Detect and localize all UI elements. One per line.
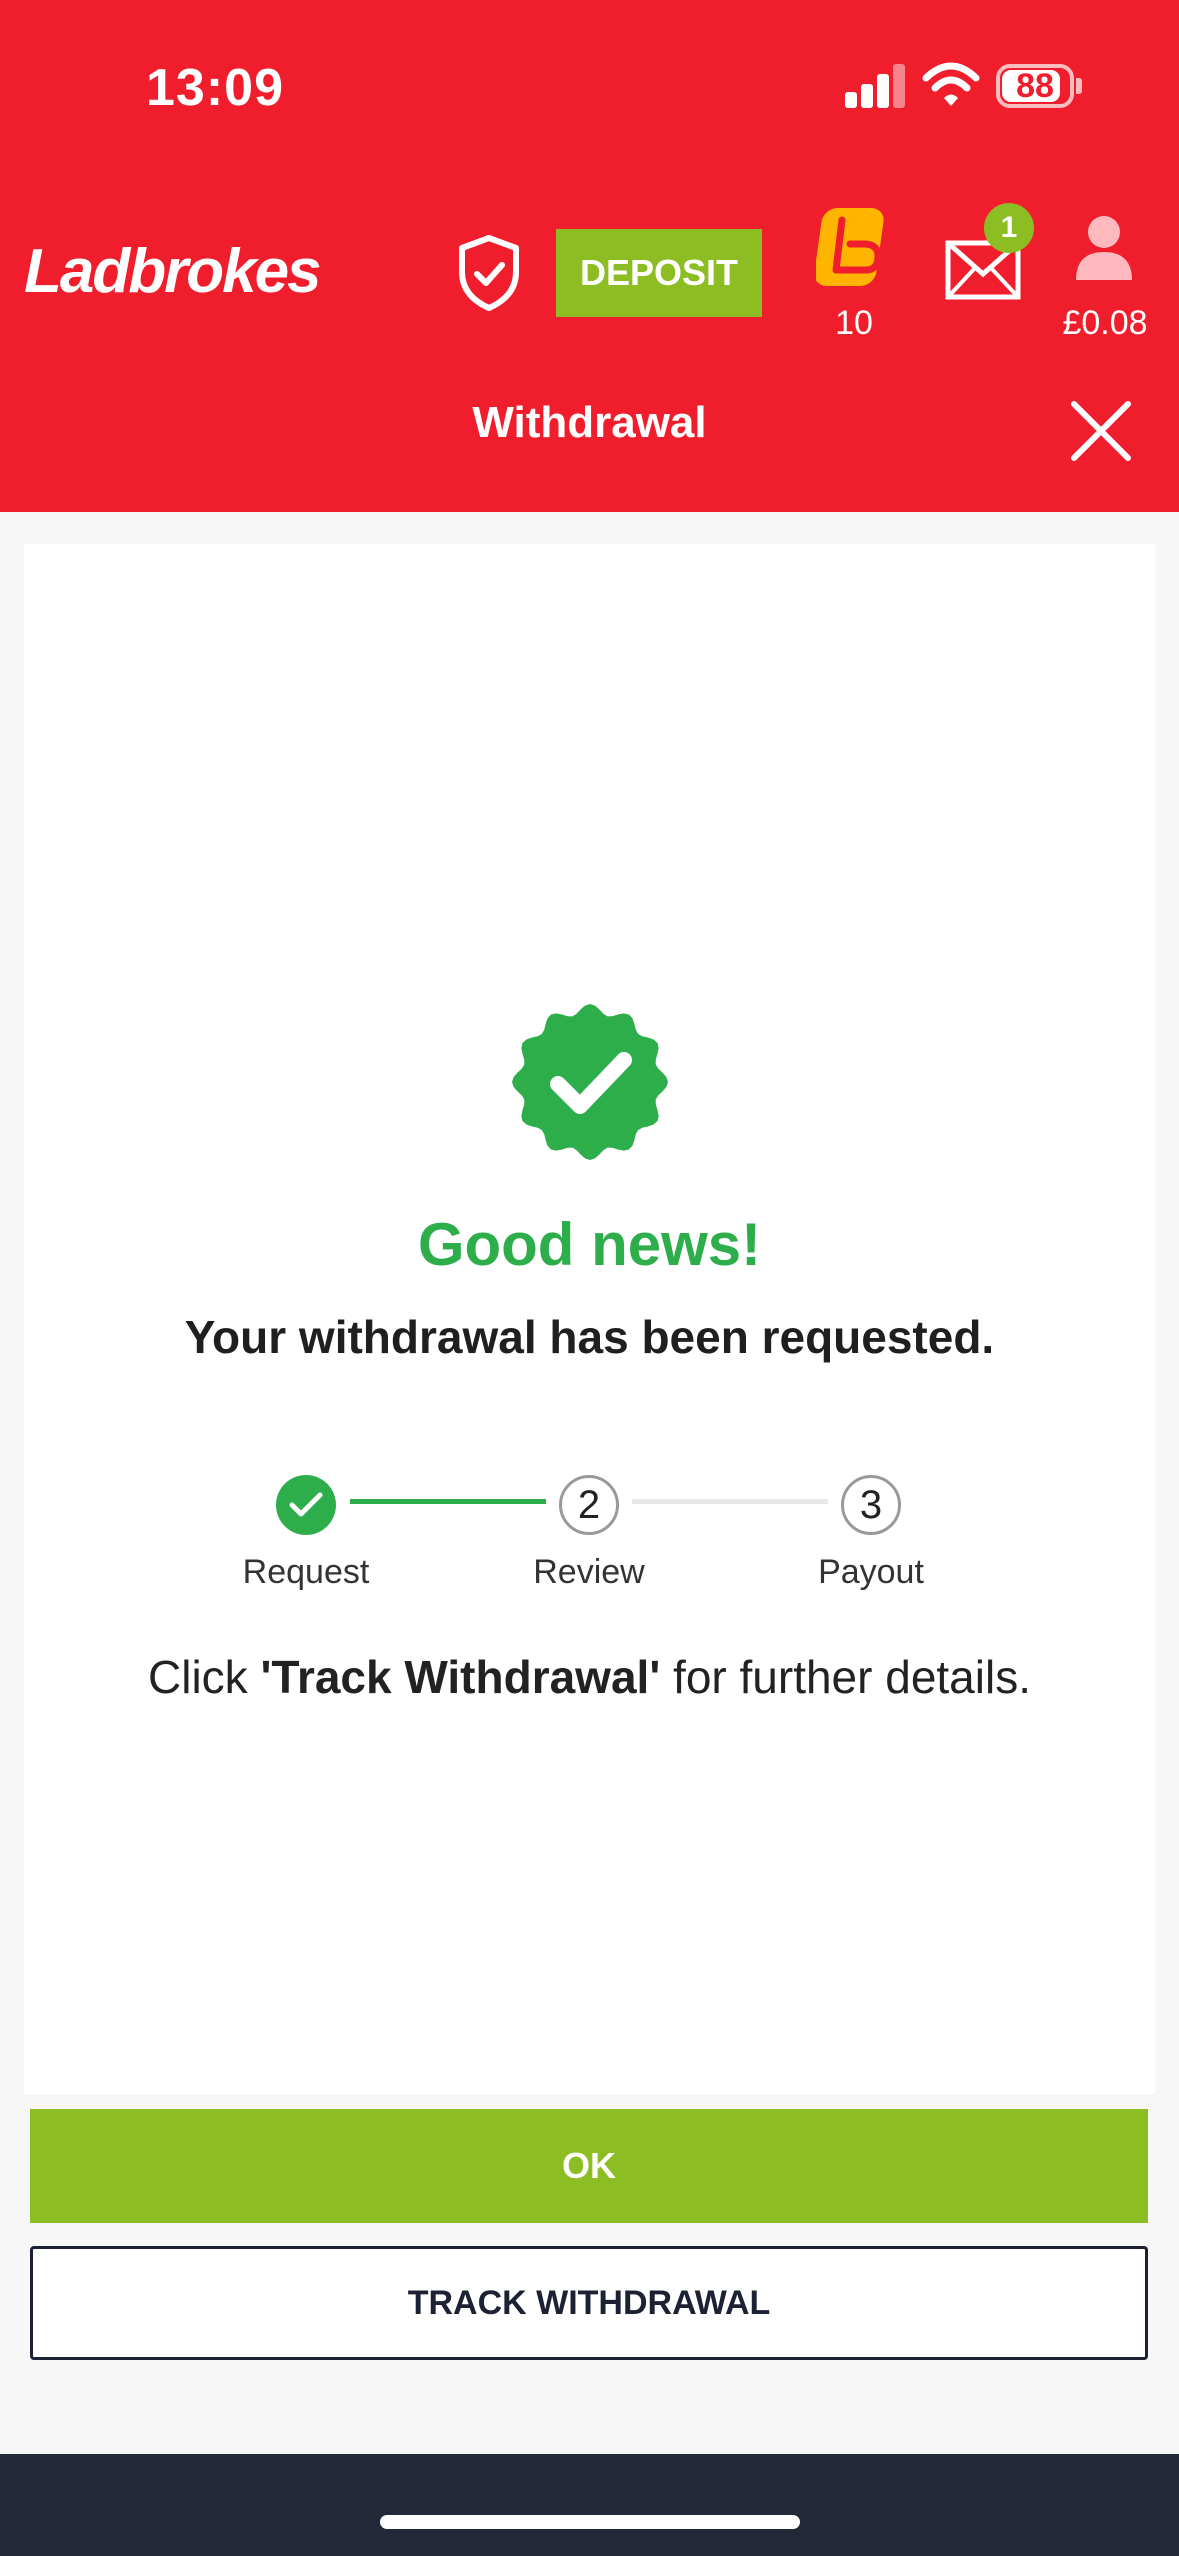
ok-button[interactable]: OK — [30, 2109, 1148, 2223]
check-icon — [289, 1492, 323, 1517]
signal-icon — [845, 64, 905, 108]
loyalty-count: 10 — [835, 304, 873, 342]
balance[interactable]: £0.08 — [1040, 304, 1170, 343]
step-request-done — [276, 1475, 336, 1535]
page-title: Withdrawal — [472, 398, 707, 447]
details-suffix: for further details. — [660, 1651, 1031, 1703]
ladbrokes-logo[interactable]: Ladbrokes — [24, 236, 322, 307]
step-review: 2 — [559, 1475, 619, 1535]
home-indicator[interactable] — [380, 2515, 800, 2529]
details-prefix: Click — [148, 1651, 261, 1703]
details-bold: 'Track Withdrawal' — [260, 1651, 661, 1703]
status-time: 13:09 — [146, 59, 284, 117]
success-headline: Good news! — [417, 1211, 762, 1278]
deposit-button[interactable]: DEPOSIT — [556, 229, 762, 317]
shield-check-icon[interactable] — [456, 234, 522, 312]
success-subtitle: Your withdrawal has been requested. — [184, 1311, 995, 1363]
mail-badge: 1 — [984, 203, 1034, 253]
step-label-payout: Payout — [818, 1553, 924, 1591]
battery-icon: 88 — [996, 64, 1074, 108]
close-icon[interactable] — [1066, 396, 1136, 466]
check-badge-icon — [512, 1004, 668, 1160]
step-label-review: Review — [533, 1553, 645, 1591]
user-icon[interactable] — [1074, 212, 1134, 282]
progress-line-pending — [632, 1499, 828, 1504]
battery-level: 88 — [1016, 67, 1054, 105]
progress-line-complete — [350, 1499, 546, 1504]
step-payout: 3 — [841, 1475, 901, 1535]
lb-loyalty-icon[interactable] — [816, 204, 892, 290]
wifi-icon — [922, 62, 980, 106]
bottom-bar — [0, 2454, 1179, 2556]
app-header: 13:09 88 Ladbrokes DEPOSIT 10 1 £0.08 Wi… — [0, 0, 1179, 512]
step-label-request: Request — [242, 1553, 370, 1591]
battery-nub — [1076, 78, 1082, 94]
track-withdrawal-button[interactable]: TRACK WITHDRAWAL — [30, 2246, 1148, 2360]
details-text: Click 'Track Withdrawal' for further det… — [0, 1650, 1179, 1704]
